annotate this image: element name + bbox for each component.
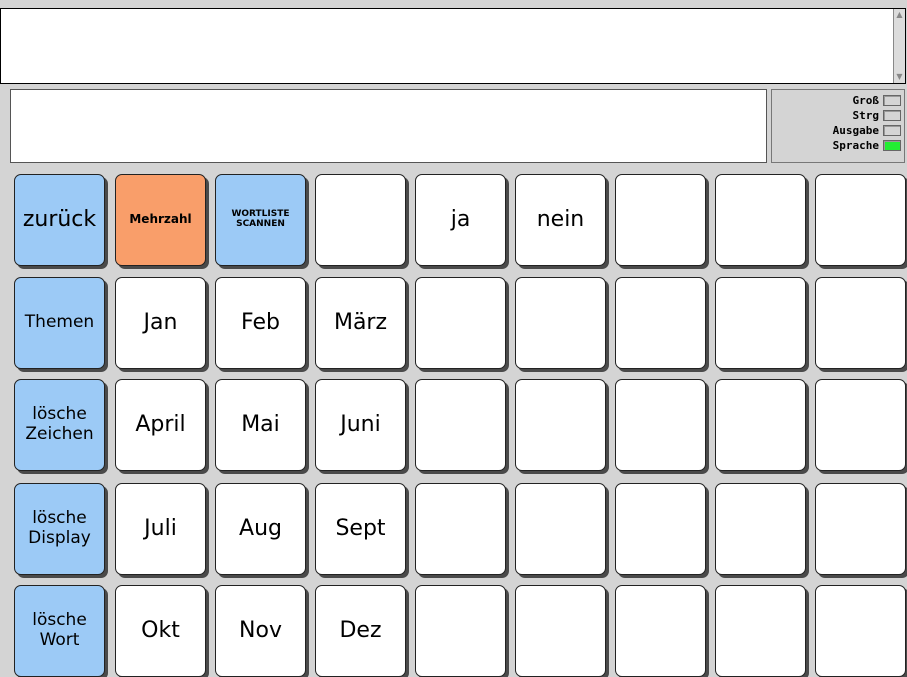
cell-label: Feb bbox=[241, 310, 280, 336]
scan-wordlist-button[interactable]: WORTLISTE SCANNEN bbox=[215, 174, 306, 266]
topics-button[interactable]: Themen bbox=[14, 277, 105, 369]
month-nov-button[interactable]: Nov bbox=[215, 585, 306, 677]
cell-label: März bbox=[333, 310, 388, 336]
empty-cell[interactable] bbox=[415, 585, 506, 677]
month-mar-button[interactable]: März bbox=[315, 277, 406, 369]
empty-cell[interactable] bbox=[515, 379, 606, 471]
cell-label: Nov bbox=[239, 618, 282, 644]
cell-label: zurück bbox=[22, 207, 97, 233]
month-dec-button[interactable]: Dez bbox=[315, 585, 406, 677]
cell-label: Sept bbox=[335, 516, 386, 542]
empty-cell[interactable] bbox=[415, 483, 506, 575]
plural-button[interactable]: Mehrzahl bbox=[115, 174, 206, 266]
no-button[interactable]: nein bbox=[515, 174, 606, 266]
empty-cell[interactable] bbox=[315, 174, 406, 266]
month-aug-button[interactable]: Aug bbox=[215, 483, 306, 575]
empty-cell[interactable] bbox=[715, 174, 806, 266]
empty-cell[interactable] bbox=[415, 277, 506, 369]
delete-char-button[interactable]: lösche Zeichen bbox=[14, 379, 105, 471]
month-feb-button[interactable]: Feb bbox=[215, 277, 306, 369]
cell-label: nein bbox=[536, 207, 585, 233]
cell-label: Juni bbox=[340, 412, 381, 438]
empty-cell[interactable] bbox=[815, 174, 906, 266]
cell-label: April bbox=[135, 412, 186, 438]
back-button[interactable]: zurück bbox=[14, 174, 105, 266]
cell-label: Jan bbox=[143, 310, 178, 336]
empty-cell[interactable] bbox=[715, 585, 806, 677]
delete-word-button[interactable]: lösche Wort bbox=[14, 585, 105, 677]
cell-label: lösche Wort bbox=[32, 610, 87, 650]
empty-cell[interactable] bbox=[815, 379, 906, 471]
empty-cell[interactable] bbox=[715, 483, 806, 575]
empty-cell[interactable] bbox=[615, 277, 706, 369]
empty-cell[interactable] bbox=[615, 483, 706, 575]
cell-label: Dez bbox=[339, 618, 382, 644]
empty-cell[interactable] bbox=[515, 483, 606, 575]
empty-cell[interactable] bbox=[615, 174, 706, 266]
month-oct-button[interactable]: Okt bbox=[115, 585, 206, 677]
cell-label: lösche Display bbox=[28, 508, 91, 548]
cell-label: Aug bbox=[239, 516, 282, 542]
cell-label: Themen bbox=[24, 312, 95, 333]
empty-cell[interactable] bbox=[815, 277, 906, 369]
delete-display-button[interactable]: lösche Display bbox=[14, 483, 105, 575]
empty-cell[interactable] bbox=[415, 379, 506, 471]
cell-label: Juli bbox=[144, 516, 177, 542]
cell-label: lösche Zeichen bbox=[25, 404, 94, 444]
month-jul-button[interactable]: Juli bbox=[115, 483, 206, 575]
cell-label: WORTLISTE SCANNEN bbox=[231, 209, 290, 229]
empty-cell[interactable] bbox=[615, 585, 706, 677]
empty-cell[interactable] bbox=[615, 379, 706, 471]
month-jan-button[interactable]: Jan bbox=[115, 277, 206, 369]
month-sep-button[interactable]: Sept bbox=[315, 483, 406, 575]
cell-label: Mehrzahl bbox=[129, 212, 192, 227]
empty-cell[interactable] bbox=[815, 585, 906, 677]
month-jun-button[interactable]: Juni bbox=[315, 379, 406, 471]
yes-button[interactable]: ja bbox=[415, 174, 506, 266]
cell-label: Okt bbox=[141, 618, 180, 644]
month-apr-button[interactable]: April bbox=[115, 379, 206, 471]
button-grid: zurück Mehrzahl WORTLISTE SCANNEN ja nein The… bbox=[0, 0, 907, 677]
empty-cell[interactable] bbox=[715, 277, 806, 369]
empty-cell[interactable] bbox=[815, 483, 906, 575]
cell-label: Mai bbox=[241, 412, 280, 438]
cell-label: ja bbox=[450, 207, 471, 233]
empty-cell[interactable] bbox=[515, 585, 606, 677]
empty-cell[interactable] bbox=[515, 277, 606, 369]
empty-cell[interactable] bbox=[715, 379, 806, 471]
month-may-button[interactable]: Mai bbox=[215, 379, 306, 471]
